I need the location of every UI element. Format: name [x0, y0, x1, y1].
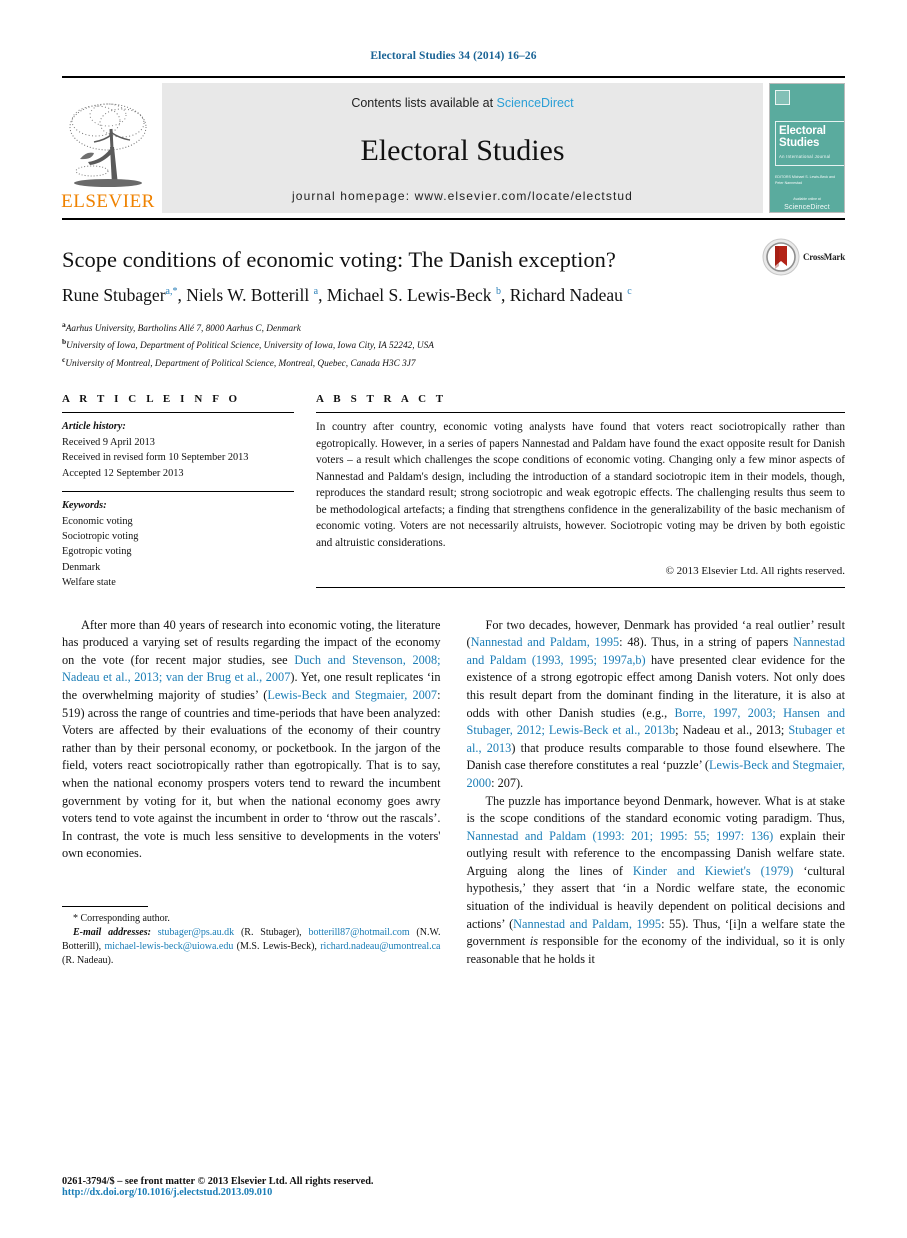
crossmark-label: CrossMark — [802, 252, 845, 262]
keyword-item: Denmark — [62, 561, 101, 573]
keyword-item: Welfare state — [62, 577, 116, 589]
elsevier-wordmark: ELSEVIER — [61, 191, 155, 212]
affiliation-list: aAarhus University, Bartholins Allé 7, 8… — [62, 319, 845, 372]
article-info-column: A R T I C L E I N F O Article history: R… — [62, 393, 294, 590]
keywords-block: Keywords: Economic voting Sociotropic vo… — [62, 498, 294, 591]
contents-line: Contents lists available at ScienceDirec… — [351, 96, 573, 110]
abstract-text: In country after country, economic votin… — [316, 421, 845, 549]
footnote-emails: E-mail addresses: stubager@ps.au.dk (R. … — [62, 926, 441, 969]
cover-corner-mark — [775, 90, 790, 105]
article-info-heading: A R T I C L E I N F O — [62, 393, 241, 406]
body-columns: After more than 40 years of research int… — [62, 617, 845, 969]
elsevier-logo: ELSEVIER — [61, 83, 155, 213]
article-info-rule — [62, 412, 294, 414]
keyword-item: Sociotropic voting — [62, 531, 139, 542]
journal-banner: Contents lists available at ScienceDirec… — [162, 83, 763, 213]
cover-footer-brand: ScienceDirect — [784, 204, 830, 212]
keyword-item: Egotropic voting — [62, 546, 132, 558]
body-paragraph: After more than 40 years of research int… — [62, 617, 441, 861]
journal-homepage[interactable]: journal homepage: www.elsevier.com/locat… — [292, 189, 633, 203]
abstract-column: A B S T R A C T In country after country… — [316, 393, 845, 590]
history-item-accepted: Accepted 12 September 2013 — [62, 467, 184, 479]
abstract-bottom-rule — [316, 587, 845, 589]
footnote-corresponding-text: * Corresponding author. — [73, 912, 170, 924]
abstract-rule — [316, 412, 845, 414]
keyword-item: Economic voting — [62, 515, 133, 527]
cover-footer-label: Available online at — [793, 196, 821, 201]
info-abstract-section: A R T I C L E I N F O Article history: R… — [62, 393, 845, 590]
article-history-label: Article history: — [62, 421, 126, 433]
issn-line: 0261-3794/$ – see front matter © 2013 El… — [62, 1176, 374, 1187]
footnote-email-label: E-mail addresses: — [73, 926, 151, 938]
body-paragraph: For two decades, however, Denmark has pr… — [466, 617, 846, 790]
affiliation-text-c: University of Montreal, Department of Po… — [65, 358, 416, 369]
affiliation-a: aAarhus University, Bartholins Allé 7, 8… — [62, 319, 845, 337]
body-column-right: For two decades, however, Denmark has pr… — [467, 617, 846, 969]
history-item-received: Received 9 April 2013 — [62, 436, 155, 448]
abstract-heading: A B S T R A C T — [316, 393, 447, 406]
journal-cover-thumbnail[interactable]: Electoral Studies An International Journ… — [769, 83, 845, 213]
cover-editors: EDITORS Michael S. Lewis-Beck and Peter … — [775, 175, 836, 185]
affiliation-text-a: Aarhus University, Bartholins Allé 7, 80… — [65, 323, 301, 334]
elsevier-tree-icon — [69, 103, 147, 187]
cover-title-box: Electoral Studies An International Journ… — [775, 121, 844, 167]
article-history: Article history: Received 9 April 2013 R… — [62, 419, 294, 481]
keywords-label: Keywords: — [62, 500, 107, 512]
contents-prefix: Contents lists available at — [351, 96, 497, 110]
abstract-copyright: © 2013 Elsevier Ltd. All rights reserved… — [665, 565, 845, 578]
crossmark-badge[interactable]: CrossMark — [762, 238, 845, 276]
journal-title: Electoral Studies — [360, 133, 565, 167]
affiliation-text-b: University of Iowa, Department of Politi… — [66, 341, 434, 352]
cover-title-line2: Studies — [779, 137, 820, 150]
body-paragraph: The puzzle has importance beyond Denmark… — [466, 793, 846, 966]
footnote-rule — [62, 905, 148, 907]
author-list: Rune Stubagera,*, Niels W. Botterill a, … — [62, 285, 632, 305]
footnote-area: * Corresponding author. E-mail addresses… — [62, 905, 441, 969]
cover-footer: Available online at ScienceDirect www.sc… — [775, 196, 839, 212]
keywords-rule — [62, 491, 294, 493]
body-column-left: After more than 40 years of research int… — [62, 617, 441, 969]
doi-link[interactable]: http://dx.doi.org/10.1016/j.electstud.20… — [62, 1187, 452, 1198]
article-title: Scope conditions of economic voting: The… — [62, 247, 616, 272]
paper-page: Electoral Studies 34 (2014) 16–26 ELSEVI… — [0, 0, 907, 1238]
affiliation-c: cUniversity of Montreal, Department of P… — [62, 354, 845, 372]
history-item-revised: Received in revised form 10 September 20… — [62, 452, 249, 464]
cover-title-line1: Electoral — [779, 125, 826, 137]
keywords-list: Economic voting Sociotropic voting Egotr… — [62, 514, 294, 591]
running-head: Electoral Studies 34 (2014) 16–26 — [370, 50, 537, 62]
affiliation-b: bUniversity of Iowa, Department of Polit… — [62, 336, 845, 354]
page-footer: 0261-3794/$ – see front matter © 2013 El… — [62, 1176, 452, 1198]
journal-masthead: ELSEVIER Contents lists available at Sci… — [61, 76, 845, 220]
crossmark-icon — [762, 238, 800, 276]
cover-subtitle: An International Journal — [779, 154, 831, 160]
footnote-corresponding: * Corresponding author. — [62, 912, 441, 926]
sciencedirect-link[interactable]: ScienceDirect — [497, 96, 574, 110]
title-block: Scope conditions of economic voting: The… — [62, 238, 845, 372]
